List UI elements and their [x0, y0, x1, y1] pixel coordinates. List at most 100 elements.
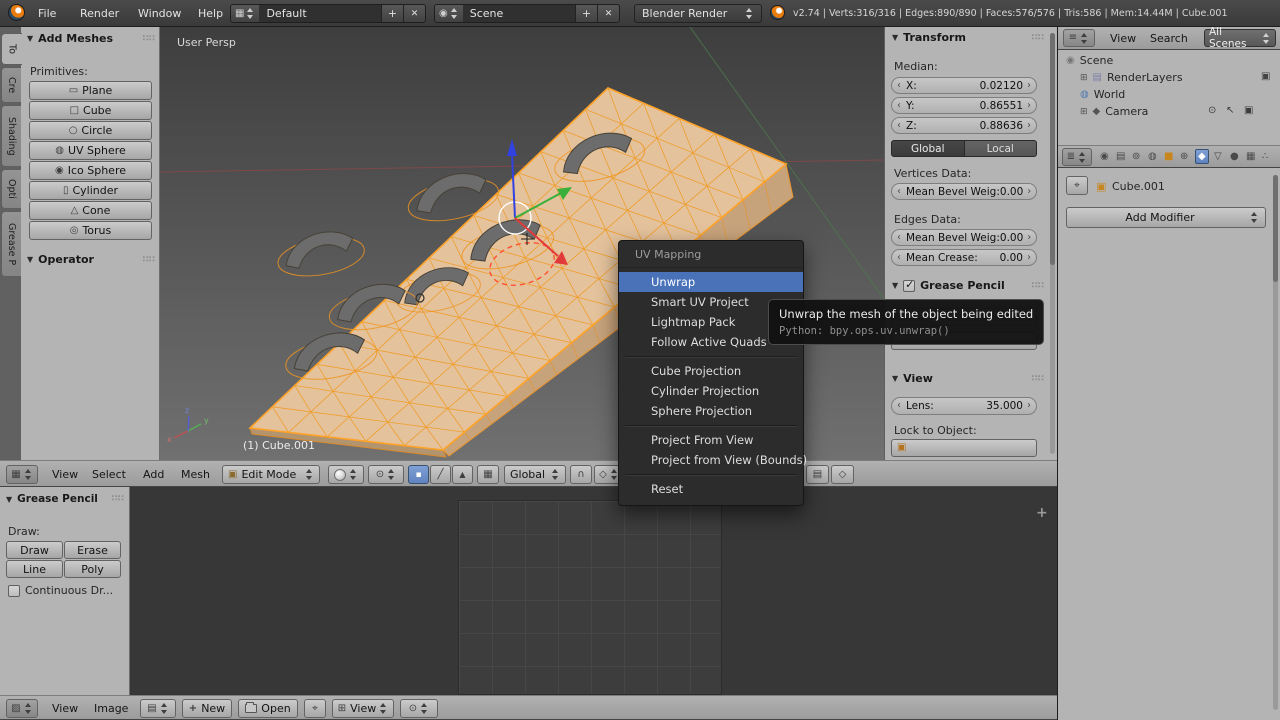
- grease-pencil-checkbox[interactable]: [903, 278, 916, 292]
- line-button[interactable]: Line: [6, 560, 63, 578]
- pivot-dropdown[interactable]: ⊙: [368, 465, 404, 484]
- add-scene-button[interactable]: +: [575, 5, 597, 22]
- grease-pencil-panel-header[interactable]: ▼ Grease Pencil ∷∷: [6, 493, 124, 505]
- pivot-dropdown[interactable]: ⊙: [400, 699, 438, 718]
- panel-grip-icon[interactable]: ∷∷: [111, 494, 124, 504]
- add-plane-button[interactable]: ▭ Plane: [29, 81, 152, 100]
- decrement-arrow-icon[interactable]: ‹: [897, 232, 901, 243]
- increment-arrow-icon[interactable]: ›: [1027, 252, 1031, 263]
- orientation-local-button[interactable]: Local: [964, 140, 1037, 157]
- add-ico-sphere-button[interactable]: ◉ Ico Sphere: [29, 161, 152, 180]
- menu-file[interactable]: File: [38, 7, 56, 20]
- object-tab-icon[interactable]: ■: [1164, 151, 1173, 162]
- editor-type-dropdown[interactable]: ▨: [6, 699, 38, 718]
- panel-grip-icon[interactable]: ∷∷: [1031, 281, 1044, 291]
- add-cube-button[interactable]: □ Cube: [29, 101, 152, 120]
- menu-select[interactable]: Select: [92, 468, 126, 481]
- continuous-draw-checkbox[interactable]: [8, 584, 20, 597]
- add-cylinder-button[interactable]: ▯ Cylinder: [29, 181, 152, 200]
- decrement-arrow-icon[interactable]: ‹: [897, 252, 901, 263]
- edge-select-button[interactable]: ╱: [430, 465, 451, 484]
- viewport-shading-dropdown[interactable]: [328, 465, 364, 484]
- render-border-button[interactable]: ◇: [831, 465, 854, 484]
- shelf-tab-create[interactable]: Cre: [1, 67, 21, 103]
- operator-panel-header[interactable]: ▼ Operator ∷∷: [27, 253, 155, 266]
- menu-image[interactable]: Image: [94, 702, 128, 715]
- lens-field[interactable]: ‹ Lens: 35.000 ›: [891, 397, 1037, 415]
- median-z-field[interactable]: ‹ Z: 0.88636 ›: [891, 117, 1037, 134]
- transform-panel-header[interactable]: ▼ Transform ∷∷: [892, 31, 1044, 44]
- eye-icon[interactable]: ⊙: [1208, 105, 1216, 116]
- open-image-button[interactable]: Open: [238, 699, 298, 718]
- decrement-arrow-icon[interactable]: ‹: [897, 100, 901, 111]
- outliner-row-camera[interactable]: ⊞ ◆ Camera: [1080, 105, 1148, 118]
- add-torus-button[interactable]: ◎ Torus: [29, 221, 152, 240]
- outliner-row-scene[interactable]: ◉ Scene: [1066, 54, 1113, 67]
- delete-scene-button[interactable]: ✕: [597, 5, 619, 22]
- increment-arrow-icon[interactable]: ›: [1027, 232, 1031, 243]
- editor-type-dropdown[interactable]: ≣: [1062, 148, 1092, 166]
- render-tab-icon[interactable]: ◉: [1100, 151, 1109, 162]
- layout-name[interactable]: Default: [259, 5, 381, 22]
- menu-render[interactable]: Render: [80, 7, 119, 20]
- scene-browse-button[interactable]: ◉: [435, 5, 463, 22]
- texture-tab-icon[interactable]: ▦: [1246, 151, 1255, 162]
- add-meshes-panel-header[interactable]: ▼ Add Meshes ∷∷: [27, 32, 155, 45]
- shelf-tab-shading[interactable]: Shading: [1, 105, 21, 167]
- panel-grip-icon[interactable]: ∷∷: [142, 34, 155, 44]
- expand-icon[interactable]: ⊞: [1080, 73, 1088, 83]
- particles-tab-icon[interactable]: ∴: [1262, 151, 1268, 162]
- data-tab-icon[interactable]: ▽: [1214, 151, 1222, 162]
- decrement-arrow-icon[interactable]: ‹: [897, 186, 901, 197]
- world-tab-icon[interactable]: ◍: [1148, 151, 1157, 162]
- panel-grip-icon[interactable]: ∷∷: [1031, 33, 1044, 43]
- menu-item-project-from-view-bounds[interactable]: Project from View (Bounds): [619, 450, 807, 470]
- occlude-geometry-button[interactable]: ▦: [477, 465, 499, 484]
- menu-help[interactable]: Help: [198, 7, 223, 20]
- pin-toggle-button[interactable]: ⌖: [304, 699, 326, 718]
- menu-add[interactable]: Add: [143, 468, 164, 481]
- properties-scrollbar[interactable]: [1273, 175, 1278, 710]
- uv-image-editor[interactable]: + ▼ Grease Pencil ∷∷ Draw: Draw Erase Li…: [0, 487, 1057, 695]
- lock-object-dropdown[interactable]: ▣: [891, 439, 1037, 457]
- delete-layout-button[interactable]: ✕: [403, 5, 425, 22]
- menu-mesh[interactable]: Mesh: [181, 468, 210, 481]
- increment-arrow-icon[interactable]: ›: [1027, 186, 1031, 197]
- poly-button[interactable]: Poly: [64, 560, 121, 578]
- scene-name[interactable]: Scene: [462, 5, 575, 22]
- panel-grip-icon[interactable]: ∷∷: [142, 255, 155, 265]
- layout-browse-button[interactable]: ▦: [231, 5, 260, 22]
- menu-view[interactable]: View: [52, 468, 78, 481]
- shelf-tab-grease-pencil[interactable]: Grease P: [1, 211, 21, 277]
- menu-view[interactable]: View: [1110, 32, 1136, 45]
- add-modifier-dropdown[interactable]: Add Modifier: [1066, 207, 1266, 228]
- render-preview-button[interactable]: ▤: [806, 465, 829, 484]
- npanel-scrollbar[interactable]: [1050, 33, 1055, 454]
- new-image-button[interactable]: + New: [182, 699, 232, 718]
- increment-arrow-icon[interactable]: ›: [1027, 401, 1031, 411]
- menu-view[interactable]: View: [52, 702, 78, 715]
- menu-item-cube-projection[interactable]: Cube Projection: [619, 361, 803, 381]
- pointer-icon[interactable]: ↖: [1226, 105, 1234, 116]
- render-engine-dropdown[interactable]: Blender Render: [634, 4, 762, 23]
- increment-arrow-icon[interactable]: ›: [1027, 80, 1031, 91]
- add-uv-sphere-button[interactable]: ◍ UV Sphere: [29, 141, 152, 160]
- view-panel-header[interactable]: ▼ View ∷∷: [892, 372, 1044, 385]
- outliner-row-renderlayers[interactable]: ⊞ ▤ RenderLayers: [1080, 71, 1183, 84]
- menu-item-unwrap[interactable]: Unwrap: [619, 272, 803, 292]
- orientation-global-button[interactable]: Global: [891, 140, 965, 157]
- draw-button[interactable]: Draw: [6, 541, 63, 559]
- render-layers-tab-icon[interactable]: ▤: [1116, 151, 1125, 162]
- add-circle-button[interactable]: ○ Circle: [29, 121, 152, 140]
- constraints-tab-icon[interactable]: ⊕: [1180, 151, 1188, 162]
- menu-item-reset[interactable]: Reset: [619, 479, 803, 499]
- grease-pencil-panel-header[interactable]: ▼ Grease Pencil ∷∷: [892, 278, 1044, 293]
- modifiers-tab-icon[interactable]: ◆: [1195, 149, 1209, 164]
- shelf-tab-tools[interactable]: To: [1, 33, 22, 65]
- median-y-field[interactable]: ‹ Y: 0.86551 ›: [891, 97, 1037, 114]
- erase-button[interactable]: Erase: [64, 541, 121, 559]
- shelf-tab-options[interactable]: Opti: [1, 169, 21, 209]
- increment-arrow-icon[interactable]: ›: [1027, 100, 1031, 111]
- add-layout-button[interactable]: +: [381, 5, 403, 22]
- orientation-dropdown[interactable]: Global: [504, 465, 566, 484]
